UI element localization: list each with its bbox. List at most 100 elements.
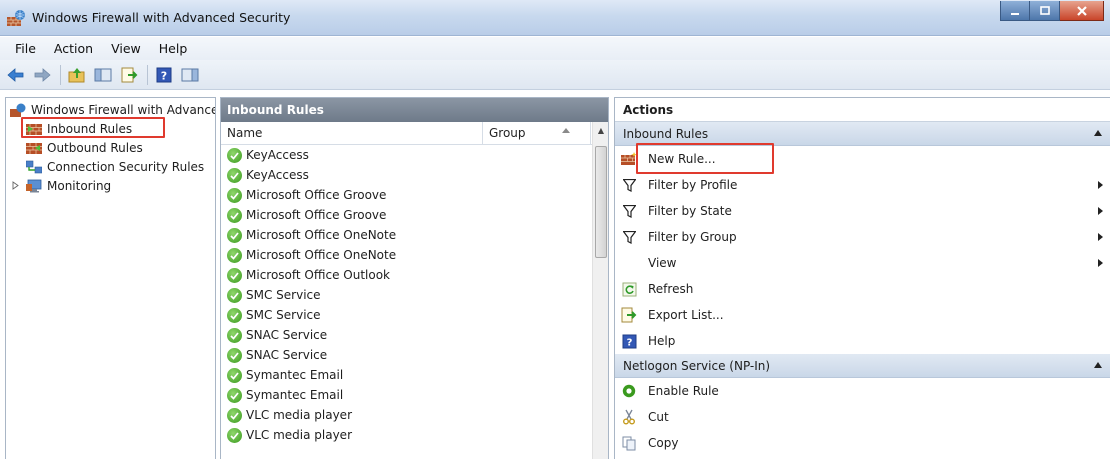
menu-view[interactable]: View [102, 41, 150, 56]
show-hide-action-pane-icon [181, 68, 199, 81]
rule-name: Microsoft Office OneNote [246, 248, 397, 262]
action-export-list[interactable]: Export List... [615, 302, 1110, 328]
list-item[interactable]: Microsoft Office OneNote [221, 225, 608, 245]
tree-item-outbound-rules[interactable]: Outbound Rules [6, 138, 215, 157]
export-list-button[interactable] [117, 64, 141, 86]
rule-enabled-icon [227, 207, 242, 223]
rule-enabled-icon [227, 147, 242, 163]
collapse-caret-icon[interactable] [1094, 130, 1102, 136]
rule-name: SNAC Service [246, 348, 328, 362]
collapse-caret-icon[interactable] [1094, 362, 1102, 368]
column-header-label: Name [227, 126, 263, 140]
list-item[interactable]: VLC media player [221, 405, 608, 425]
list-item[interactable]: SMC Service [221, 285, 608, 305]
action-view[interactable]: View [615, 250, 1110, 276]
list-item[interactable]: SNAC Service [221, 325, 608, 345]
action-filter-by-state[interactable]: Filter by State [615, 198, 1110, 224]
list-item[interactable]: KeyAccess [221, 165, 608, 185]
list-item[interactable]: Microsoft Office Outlook [221, 265, 608, 285]
maximize-icon [1039, 5, 1050, 15]
section-title: Inbound Rules [623, 126, 709, 141]
rule-name: Symantec Email [246, 388, 344, 402]
close-button[interactable] [1060, 1, 1104, 21]
rule-enabled-icon [227, 327, 242, 343]
column-header-group[interactable]: Group [483, 122, 591, 144]
list-item[interactable]: Microsoft Office OneNote [221, 245, 608, 265]
list-item[interactable]: SNAC Service [221, 345, 608, 365]
rule-name: Microsoft Office Groove [246, 208, 387, 222]
list-item[interactable]: Symantec Email [221, 385, 608, 405]
rule-enabled-icon [227, 267, 242, 283]
action-label: Filter by Group [648, 230, 737, 244]
action-label: Refresh [648, 282, 694, 296]
tree-root-label: Windows Firewall with Advanced Security [31, 102, 215, 117]
action-copy[interactable]: Copy [615, 430, 1110, 456]
action-refresh[interactable]: Refresh [615, 276, 1110, 302]
action-filter-by-group[interactable]: Filter by Group [615, 224, 1110, 250]
enable-rule-icon [621, 383, 637, 399]
forward-button[interactable] [30, 64, 54, 86]
rule-name: Symantec Email [246, 368, 344, 382]
rule-name: SMC Service [246, 308, 321, 322]
actions-section-netlogon-service[interactable]: Netlogon Service (NP-In) [615, 354, 1110, 378]
column-header-name[interactable]: Name [221, 122, 483, 144]
firewall-app-icon [10, 103, 26, 117]
action-filter-by-profile[interactable]: Filter by Profile [615, 172, 1110, 198]
expand-arrow-icon[interactable] [12, 181, 20, 190]
menu-action[interactable]: Action [45, 41, 102, 56]
minimize-button[interactable] [1000, 1, 1030, 21]
rules-list: KeyAccess KeyAccess Microsoft Office Gro… [221, 145, 608, 445]
list-item[interactable]: Microsoft Office Groove [221, 185, 608, 205]
rule-enabled-icon [227, 287, 242, 303]
column-header-label: Group [489, 126, 526, 140]
action-label: Enable Rule [648, 384, 719, 398]
maximize-button[interactable] [1030, 1, 1060, 21]
toolbar: ? [0, 60, 1110, 90]
toolbar-separator [147, 64, 148, 85]
highlight-inbound-rules [21, 117, 165, 138]
show-hide-action-pane-button[interactable] [178, 64, 202, 86]
minimize-icon [1011, 12, 1019, 15]
rule-name: VLC media player [246, 428, 353, 442]
submenu-arrow-icon [1098, 233, 1103, 241]
actions-title: Actions [615, 98, 1110, 122]
new-rule-icon [621, 151, 637, 167]
list-item[interactable]: VLC media player [221, 425, 608, 445]
action-label: View [648, 256, 677, 270]
rule-enabled-icon [227, 367, 242, 383]
action-cut[interactable]: Cut [615, 404, 1110, 430]
show-hide-console-tree-button[interactable] [91, 64, 115, 86]
scroll-up-arrow-icon[interactable]: ▲ [593, 122, 608, 138]
help-icon: ? [156, 67, 172, 82]
tree-item-connection-security-rules[interactable]: Connection Security Rules [6, 157, 215, 176]
rule-enabled-icon [227, 247, 242, 263]
filter-icon [621, 203, 637, 219]
rule-enabled-icon [227, 307, 242, 323]
list-item[interactable]: SMC Service [221, 305, 608, 325]
up-folder-icon [68, 67, 85, 82]
close-icon [1076, 5, 1087, 16]
rules-list-pane: Inbound Rules Name Group KeyAccess KeyAc… [220, 97, 609, 459]
vertical-scrollbar[interactable]: ▲ [592, 122, 608, 459]
filter-icon [621, 177, 637, 193]
export-list-icon [621, 307, 637, 323]
show-hide-console-tree-icon [94, 68, 112, 81]
scrollbar-thumb[interactable] [595, 146, 607, 258]
list-item[interactable]: Symantec Email [221, 365, 608, 385]
menu-help[interactable]: Help [150, 41, 197, 56]
action-enable-rule[interactable]: Enable Rule [615, 378, 1110, 404]
action-help[interactable]: ? Help [615, 328, 1110, 354]
back-button[interactable] [4, 64, 28, 86]
connection-security-icon [26, 160, 42, 173]
submenu-arrow-icon [1098, 181, 1103, 189]
menu-file[interactable]: File [6, 41, 45, 56]
tree-item-monitoring[interactable]: Monitoring [6, 176, 215, 195]
help-button[interactable]: ? [152, 64, 176, 86]
rule-name: KeyAccess [246, 168, 309, 182]
monitoring-icon [26, 179, 42, 192]
list-item[interactable]: Microsoft Office Groove [221, 205, 608, 225]
rule-enabled-icon [227, 187, 242, 203]
list-item[interactable]: KeyAccess [221, 145, 608, 165]
action-label: Copy [648, 436, 679, 450]
up-folder-button[interactable] [65, 64, 89, 86]
